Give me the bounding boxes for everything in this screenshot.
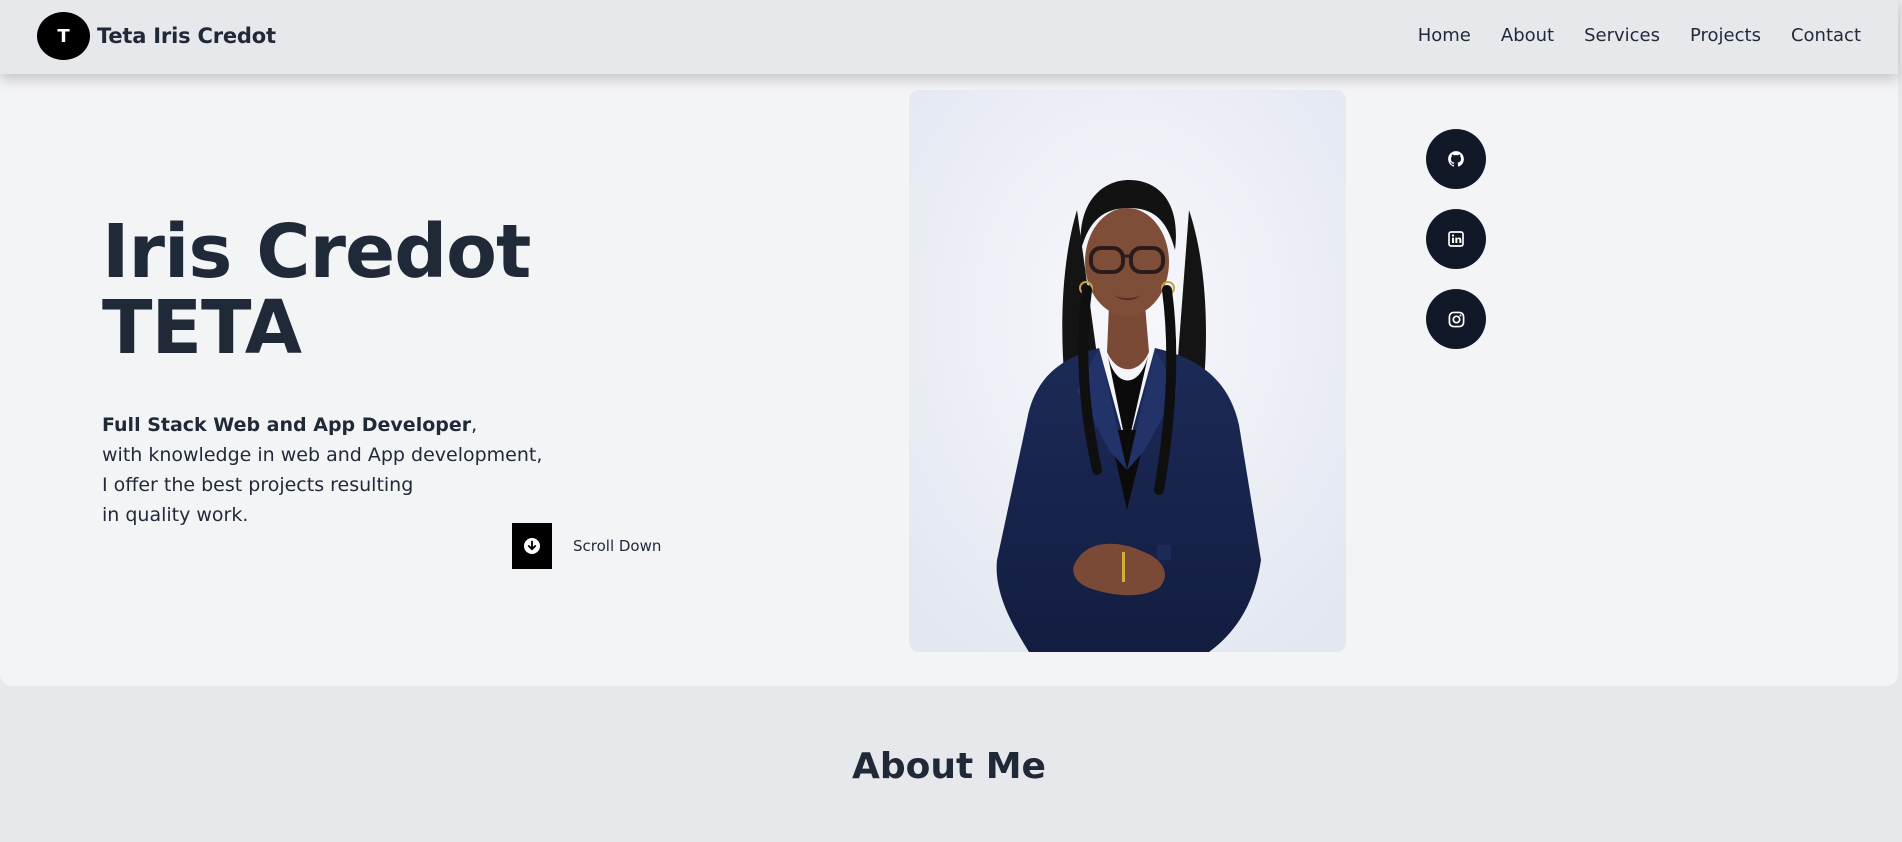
linkedin-icon: [1448, 231, 1464, 247]
about-section-title: About Me: [852, 746, 1046, 787]
hero-title-line-1: Iris Credot: [102, 209, 531, 295]
hero-description: Full Stack Web and App Developer, with k…: [102, 410, 542, 530]
brand-name: Teta Iris Credot: [97, 24, 276, 48]
hero-desc-line-2: with knowledge in web and App developmen…: [102, 444, 543, 466]
profile-photo: [909, 90, 1346, 652]
nav-link-contact[interactable]: Contact: [1791, 25, 1861, 46]
hero-desc-line-4: in quality work.: [102, 504, 249, 526]
nav-link-services[interactable]: Services: [1584, 25, 1660, 46]
top-navbar: T Teta Iris Credot Home About Services P…: [0, 0, 1898, 74]
page: T Teta Iris Credot Home About Services P…: [0, 0, 1902, 842]
hero-desc-line-1: Full Stack Web and App Developer,: [102, 410, 542, 440]
hero-title: Iris Credot TETA: [102, 209, 531, 371]
instagram-button[interactable]: [1426, 289, 1486, 349]
github-icon: [1448, 151, 1464, 167]
github-button[interactable]: [1426, 129, 1486, 189]
nav-menu: Home About Services Projects Contact: [1418, 25, 1861, 46]
nav-link-home[interactable]: Home: [1418, 25, 1471, 46]
hero-desc-line-3: I offer the best projects resulting: [102, 474, 414, 496]
hero-role: Full Stack Web and App Developer: [102, 414, 472, 436]
hero-section: Iris Credot TETA Full Stack Web and App …: [0, 74, 1898, 686]
social-links: [1426, 129, 1486, 349]
scroll-down-label: Scroll Down: [573, 537, 662, 555]
hero-title-line-2: TETA: [102, 285, 302, 371]
scroll-down-button[interactable]: Scroll Down: [512, 523, 661, 569]
nav-link-about[interactable]: About: [1501, 25, 1554, 46]
instagram-icon: [1448, 311, 1464, 327]
brand-logo: T: [37, 12, 90, 60]
nav-link-projects[interactable]: Projects: [1690, 25, 1761, 46]
hero-role-comma: ,: [471, 414, 478, 436]
brand[interactable]: T Teta Iris Credot: [37, 12, 276, 60]
linkedin-button[interactable]: [1426, 209, 1486, 269]
arrow-down-circle-icon: [512, 523, 552, 569]
